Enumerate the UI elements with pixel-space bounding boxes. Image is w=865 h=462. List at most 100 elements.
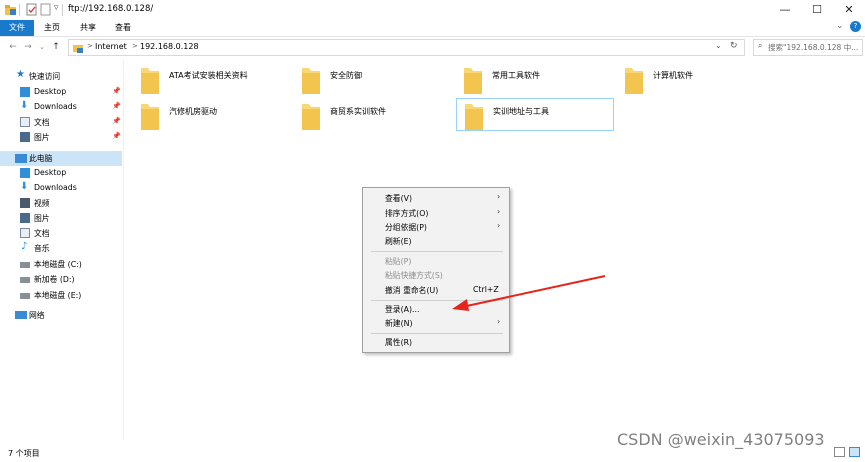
menu-label: 查看(V) (385, 194, 413, 203)
nav-quick-documents[interactable]: 文档 📌 (0, 115, 122, 130)
drive-icon (20, 262, 30, 268)
nav-quick-downloads[interactable]: ⬇ Downloads 📌 (0, 100, 122, 115)
address-dropdown-icon[interactable]: ⌄ (715, 41, 722, 50)
folder-item-selected[interactable]: 实训地址与工具 (456, 98, 614, 131)
nav-label: 音乐 (34, 244, 50, 253)
nav-label: Downloads (34, 183, 77, 192)
nav-pc-downloads[interactable]: ⬇ Downloads (0, 181, 122, 196)
folder-icon (465, 104, 483, 130)
network-location-icon (73, 45, 83, 53)
breadcrumb-host[interactable]: 192.168.0.128 (140, 42, 199, 51)
breadcrumb-separator: > (87, 42, 93, 50)
nav-label: 文档 (34, 229, 50, 238)
nav-label: 网络 (29, 311, 45, 320)
nav-pc-videos[interactable]: 视频 (0, 196, 122, 211)
folder-label: 实训地址与工具 (493, 107, 549, 116)
menu-item-refresh[interactable]: 刷新(E) (363, 235, 509, 249)
nav-quick-access[interactable]: ★ 快速访问 (0, 69, 122, 84)
explorer-icon (5, 5, 16, 15)
window-title: ftp://192.168.0.128/ (68, 4, 154, 14)
address-bar[interactable]: > Internet > 192.168.0.128 ⌄ ↻ (68, 39, 745, 56)
nav-label: 新加卷 (D:) (34, 275, 75, 284)
folder-label: ATA考试安装相关资料 (169, 71, 248, 80)
chevron-right-icon: › (497, 192, 501, 201)
search-icon: ⌕ (758, 41, 763, 50)
nav-pc-documents[interactable]: 文档 (0, 226, 122, 241)
nav-pc-drive-d[interactable]: 新加卷 (D:) (0, 272, 122, 287)
menu-label: 粘贴(P) (385, 257, 412, 266)
properties-icon[interactable] (25, 3, 38, 16)
ribbon-expand-icon[interactable]: ⌄ (836, 21, 844, 31)
nav-label: Desktop (34, 87, 67, 96)
nav-pc-drive-e[interactable]: 本地磁盘 (E:) (0, 288, 122, 303)
nav-this-pc[interactable]: 此电脑 (0, 151, 122, 166)
music-icon: ♪ (21, 241, 28, 252)
recent-locations-icon[interactable]: ⌄ (36, 41, 48, 54)
nav-quick-pictures[interactable]: 图片 📌 (0, 130, 122, 145)
minimize-button[interactable]: — (769, 0, 801, 20)
pane-divider (123, 60, 124, 440)
document-icon (20, 117, 30, 127)
breadcrumb-internet[interactable]: Internet (95, 42, 127, 51)
nav-pc-pictures[interactable]: 图片 (0, 211, 122, 226)
tab-share[interactable]: 共享 (74, 20, 102, 36)
folder-item[interactable]: 汽修机房驱动 (139, 98, 289, 130)
folder-item[interactable]: 常用工具软件 (462, 62, 612, 94)
menu-item-view[interactable]: 查看(V) › (363, 192, 509, 206)
title-bar: ▿ ftp://192.168.0.128/ — ☐ ✕ (0, 0, 865, 20)
up-button[interactable]: ↑ (50, 41, 62, 54)
folder-item[interactable]: 商贸系实训软件 (300, 98, 450, 130)
back-button[interactable]: ← (7, 41, 19, 54)
refresh-icon[interactable]: ↻ (730, 41, 738, 51)
tiles-view-icon[interactable] (849, 447, 860, 457)
folder-item[interactable]: 安全防御 (300, 62, 450, 94)
search-box[interactable]: ⌕ 搜索"192.168.0.128 中... (753, 39, 863, 56)
chevron-right-icon: › (497, 317, 501, 326)
nav-label: 图片 (34, 214, 50, 223)
star-icon: ★ (16, 69, 25, 80)
forward-button[interactable]: → (22, 41, 34, 54)
menu-label: 属性(R) (385, 338, 413, 347)
folder-item[interactable]: ATA考试安装相关资料 (139, 62, 289, 94)
close-button[interactable]: ✕ (833, 0, 865, 20)
menu-item-sort-by[interactable]: 排序方式(O) › (363, 207, 509, 221)
annotation-arrow (452, 275, 606, 311)
chevron-right-icon: › (497, 207, 501, 216)
maximize-button[interactable]: ☐ (801, 0, 833, 20)
folder-label: 常用工具软件 (492, 71, 540, 80)
chevron-right-icon: › (497, 221, 501, 230)
tab-view[interactable]: 查看 (109, 20, 137, 36)
nav-label: Downloads (34, 102, 77, 111)
menu-label: 新建(N) (385, 319, 413, 328)
nav-label: 快速访问 (29, 72, 61, 81)
tab-file[interactable]: 文件 (0, 20, 34, 36)
picture-icon (20, 213, 30, 223)
tab-home[interactable]: 主页 (38, 20, 66, 36)
watermark: CSDN @weixin_43075093 (617, 430, 825, 449)
network-icon (15, 311, 27, 319)
nav-label: Desktop (34, 168, 67, 177)
menu-item-new[interactable]: 新建(N) › (363, 317, 509, 331)
folder-icon (625, 68, 643, 94)
menu-item-group-by[interactable]: 分组依据(P) › (363, 221, 509, 235)
folder-icon (302, 104, 320, 130)
picture-icon (20, 132, 30, 142)
details-view-icon[interactable] (834, 447, 845, 457)
new-folder-icon[interactable] (39, 3, 52, 16)
folder-label: 计算机软件 (653, 71, 693, 80)
nav-pc-desktop[interactable]: Desktop (0, 166, 122, 181)
nav-label: 此电脑 (29, 154, 53, 163)
menu-item-paste: 粘贴(P) (363, 255, 509, 269)
customize-toolbar-icon[interactable]: ▿ (54, 3, 59, 13)
desktop-icon (20, 87, 30, 97)
nav-pc-music[interactable]: ♪ 音乐 (0, 241, 122, 256)
divider (62, 4, 63, 16)
nav-network[interactable]: 网络 (0, 308, 122, 323)
help-icon[interactable]: ? (850, 21, 861, 32)
folder-item[interactable]: 计算机软件 (623, 62, 773, 94)
nav-pc-drive-c[interactable]: 本地磁盘 (C:) (0, 257, 122, 272)
nav-quick-desktop[interactable]: Desktop 📌 (0, 85, 122, 100)
menu-label: 撤消 重命名(U) (385, 286, 439, 295)
menu-item-properties[interactable]: 属性(R) (363, 336, 509, 350)
search-placeholder: 搜索"192.168.0.128 中... (768, 43, 859, 52)
